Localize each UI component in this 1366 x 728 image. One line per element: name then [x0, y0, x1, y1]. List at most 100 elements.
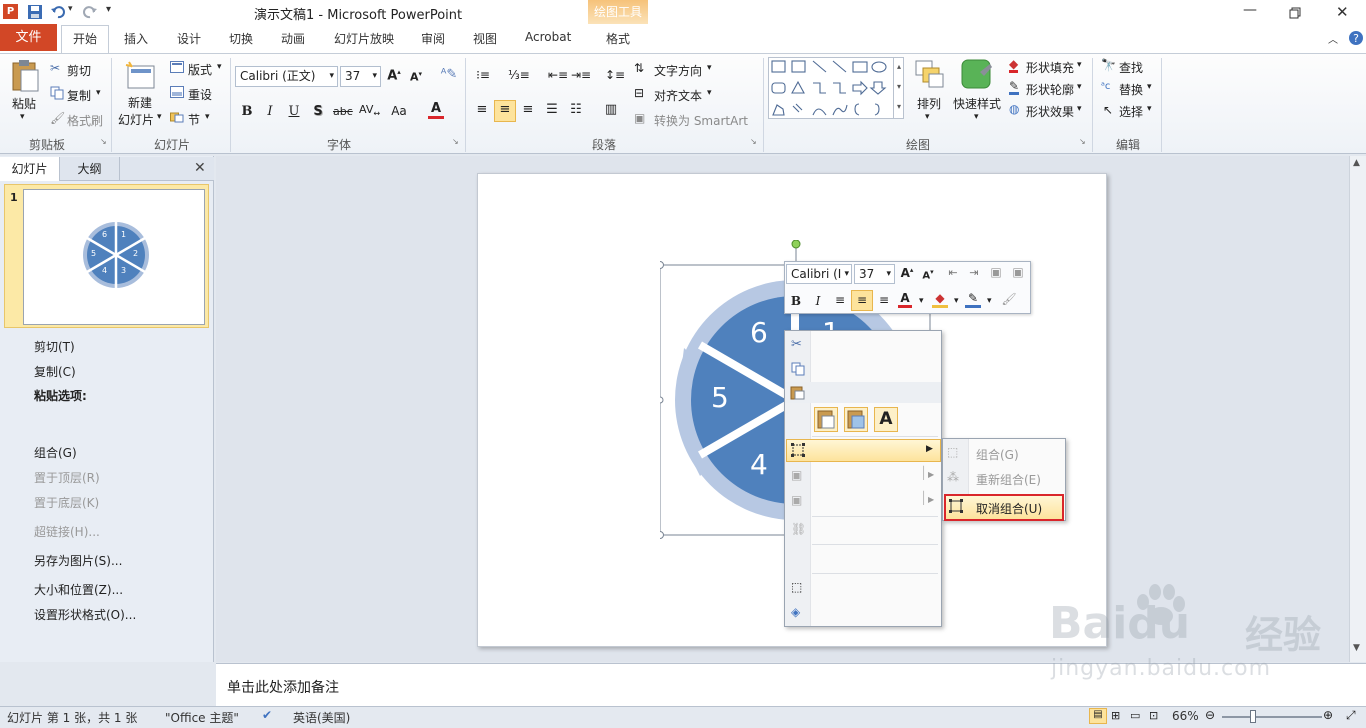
- undo-dropdown-icon[interactable]: ▾: [68, 4, 73, 14]
- paste-as-picture-icon[interactable]: [844, 407, 868, 432]
- align-left-icon[interactable]: ≡: [473, 102, 491, 117]
- menu-cut[interactable]: 剪切(T): [34, 338, 75, 355]
- change-case-icon[interactable]: Aa: [390, 104, 408, 118]
- mini-font-color-icon[interactable]: A: [898, 291, 912, 308]
- arrange-label[interactable]: 排列: [917, 95, 941, 112]
- drawing-launcher-icon[interactable]: ↘: [1079, 137, 1086, 146]
- shape-effects-dropdown-icon[interactable]: ▾: [1077, 104, 1082, 114]
- layout-dropdown-icon[interactable]: ▾: [217, 62, 222, 72]
- mini-shrink-font-icon[interactable]: A▾: [919, 268, 937, 281]
- text-direction-dropdown-icon[interactable]: ▾: [707, 63, 712, 73]
- status-theme[interactable]: "Office 主题": [165, 709, 239, 726]
- bullets-icon[interactable]: ⁝≡: [474, 68, 492, 82]
- tab-home[interactable]: 开始: [73, 30, 97, 47]
- tab-slideshow[interactable]: 幻灯片放映: [334, 30, 394, 47]
- menu-send-to-back[interactable]: 置于底层(K): [34, 494, 99, 511]
- customize-qat-icon[interactable]: ▾: [106, 4, 111, 15]
- replace-button[interactable]: 替换: [1119, 81, 1143, 98]
- arrange-dropdown-icon[interactable]: ▾: [925, 112, 930, 122]
- scroll-up-icon[interactable]: ▲: [1353, 158, 1360, 168]
- paragraph-launcher-icon[interactable]: ↘: [750, 137, 757, 146]
- align-right-icon[interactable]: ≡: [519, 102, 537, 117]
- replace-dropdown-icon[interactable]: ▾: [1147, 82, 1152, 92]
- align-text-button[interactable]: 对齐文本: [654, 87, 702, 104]
- paste-label[interactable]: 粘贴: [12, 95, 36, 112]
- fit-slide-icon[interactable]: ⤢: [1346, 708, 1356, 723]
- convert-smartart-button[interactable]: 转换为 SmartArt: [654, 112, 748, 129]
- mini-bold-icon[interactable]: B: [787, 294, 805, 308]
- mini-format-painter-icon[interactable]: 🖌: [1000, 292, 1018, 306]
- shrink-font-icon[interactable]: A▾: [407, 70, 425, 84]
- mini-grow-font-icon[interactable]: A▴: [898, 266, 916, 280]
- font-size-dropdown-icon[interactable]: ▾: [372, 67, 377, 86]
- zoom-out-icon[interactable]: ⊖: [1205, 708, 1215, 722]
- italic-icon[interactable]: I: [261, 104, 279, 119]
- reset-button[interactable]: 重设: [188, 86, 212, 103]
- align-center-icon[interactable]: ≡: [496, 102, 514, 117]
- paste-use-destination-theme-icon[interactable]: [814, 407, 838, 432]
- tab-view[interactable]: 视图: [473, 30, 497, 47]
- zoom-in-icon[interactable]: ⊕: [1323, 708, 1333, 722]
- quick-styles-dropdown-icon[interactable]: ▾: [974, 112, 979, 122]
- close-pane-icon[interactable]: ✕: [194, 160, 206, 176]
- tab-review[interactable]: 审阅: [421, 30, 445, 47]
- format-painter-button[interactable]: 格式刷: [67, 112, 103, 129]
- close-window-icon[interactable]: ✕: [1336, 3, 1349, 21]
- font-color-icon[interactable]: A: [428, 102, 444, 119]
- character-spacing-icon[interactable]: AV↔: [359, 103, 380, 118]
- submenu-regroup[interactable]: 重新组合(E): [976, 471, 1041, 488]
- font-size-combo[interactable]: 37 ▾: [340, 66, 381, 87]
- mini-send-backward-icon[interactable]: ▣: [1009, 265, 1027, 279]
- tab-acrobat[interactable]: Acrobat: [525, 30, 571, 44]
- clear-formatting-icon[interactable]: ᴬ✎: [440, 67, 458, 82]
- minimize-icon[interactable]: —: [1243, 2, 1257, 18]
- distributed-icon[interactable]: ☷: [567, 102, 585, 117]
- tab-file[interactable]: 文件: [0, 24, 57, 51]
- notes-placeholder[interactable]: 单击此处添加备注: [227, 677, 339, 697]
- shadow-icon[interactable]: S: [309, 104, 327, 119]
- mini-font-color-dropdown-icon[interactable]: ▾: [919, 296, 924, 306]
- grow-font-icon[interactable]: A▴: [385, 68, 403, 83]
- reading-view-icon[interactable]: ▭: [1130, 709, 1140, 722]
- shape-fill-button[interactable]: 形状填充: [1026, 59, 1074, 76]
- vertical-scrollbar[interactable]: [1349, 156, 1366, 662]
- font-name-dropdown-icon[interactable]: ▾: [329, 67, 334, 86]
- new-slide-dropdown-icon[interactable]: ▾: [157, 112, 162, 122]
- shape-effects-button[interactable]: 形状效果: [1026, 103, 1074, 120]
- quick-styles-label[interactable]: 快速样式: [953, 95, 1001, 112]
- mini-align-center-icon[interactable]: ≡: [853, 293, 871, 307]
- mini-decrease-indent-icon[interactable]: ⇤: [944, 266, 962, 279]
- copy-dropdown-icon[interactable]: ▾: [96, 88, 101, 98]
- text-direction-button[interactable]: 文字方向: [654, 62, 702, 79]
- minimize-ribbon-icon[interactable]: ︿: [1328, 31, 1338, 46]
- tab-design[interactable]: 设计: [177, 30, 201, 47]
- shape-fill-dropdown-icon[interactable]: ▾: [1077, 60, 1082, 70]
- save-icon[interactable]: [27, 4, 43, 20]
- increase-indent-icon[interactable]: ⇥≡: [571, 68, 591, 82]
- select-button[interactable]: 选择: [1119, 103, 1143, 120]
- spellcheck-icon[interactable]: ✔︎: [262, 708, 272, 722]
- mini-align-left-icon[interactable]: ≡: [831, 293, 849, 307]
- font-name-combo[interactable]: Calibri (正文) ▾: [235, 66, 338, 87]
- mini-bring-forward-icon[interactable]: ▣: [987, 265, 1005, 279]
- mini-font-size-combo[interactable]: 37 ▾: [854, 264, 895, 284]
- normal-view-icon[interactable]: ▤: [1089, 708, 1107, 724]
- cut-button[interactable]: 剪切: [67, 62, 91, 79]
- new-slide-label-1[interactable]: 新建: [128, 94, 152, 111]
- menu-copy[interactable]: 复制(C): [34, 363, 76, 380]
- tab-outline-pane[interactable]: 大纲: [60, 157, 120, 181]
- mini-font-size-dropdown-icon[interactable]: ▾: [886, 265, 891, 283]
- find-button[interactable]: 查找: [1119, 59, 1143, 76]
- zoom-slider-thumb[interactable]: [1250, 710, 1256, 723]
- menu-save-as-picture[interactable]: 另存为图片(S)...: [34, 552, 122, 569]
- mini-font-name-combo[interactable]: Calibri (I ▾: [786, 264, 852, 284]
- columns-icon[interactable]: ▥: [602, 102, 620, 117]
- app-icon[interactable]: P: [3, 4, 18, 19]
- arrange-icon[interactable]: [914, 59, 946, 89]
- shapes-gallery-scroll[interactable]: ▴ ▾ ▾: [893, 57, 904, 119]
- tab-animations[interactable]: 动画: [281, 30, 305, 47]
- mini-increase-indent-icon[interactable]: ⇥: [965, 266, 983, 279]
- tab-transitions[interactable]: 切换: [229, 30, 253, 47]
- menu-hyperlink[interactable]: 超链接(H)...: [34, 523, 100, 540]
- mini-shape-fill-icon[interactable]: ◆: [932, 291, 948, 308]
